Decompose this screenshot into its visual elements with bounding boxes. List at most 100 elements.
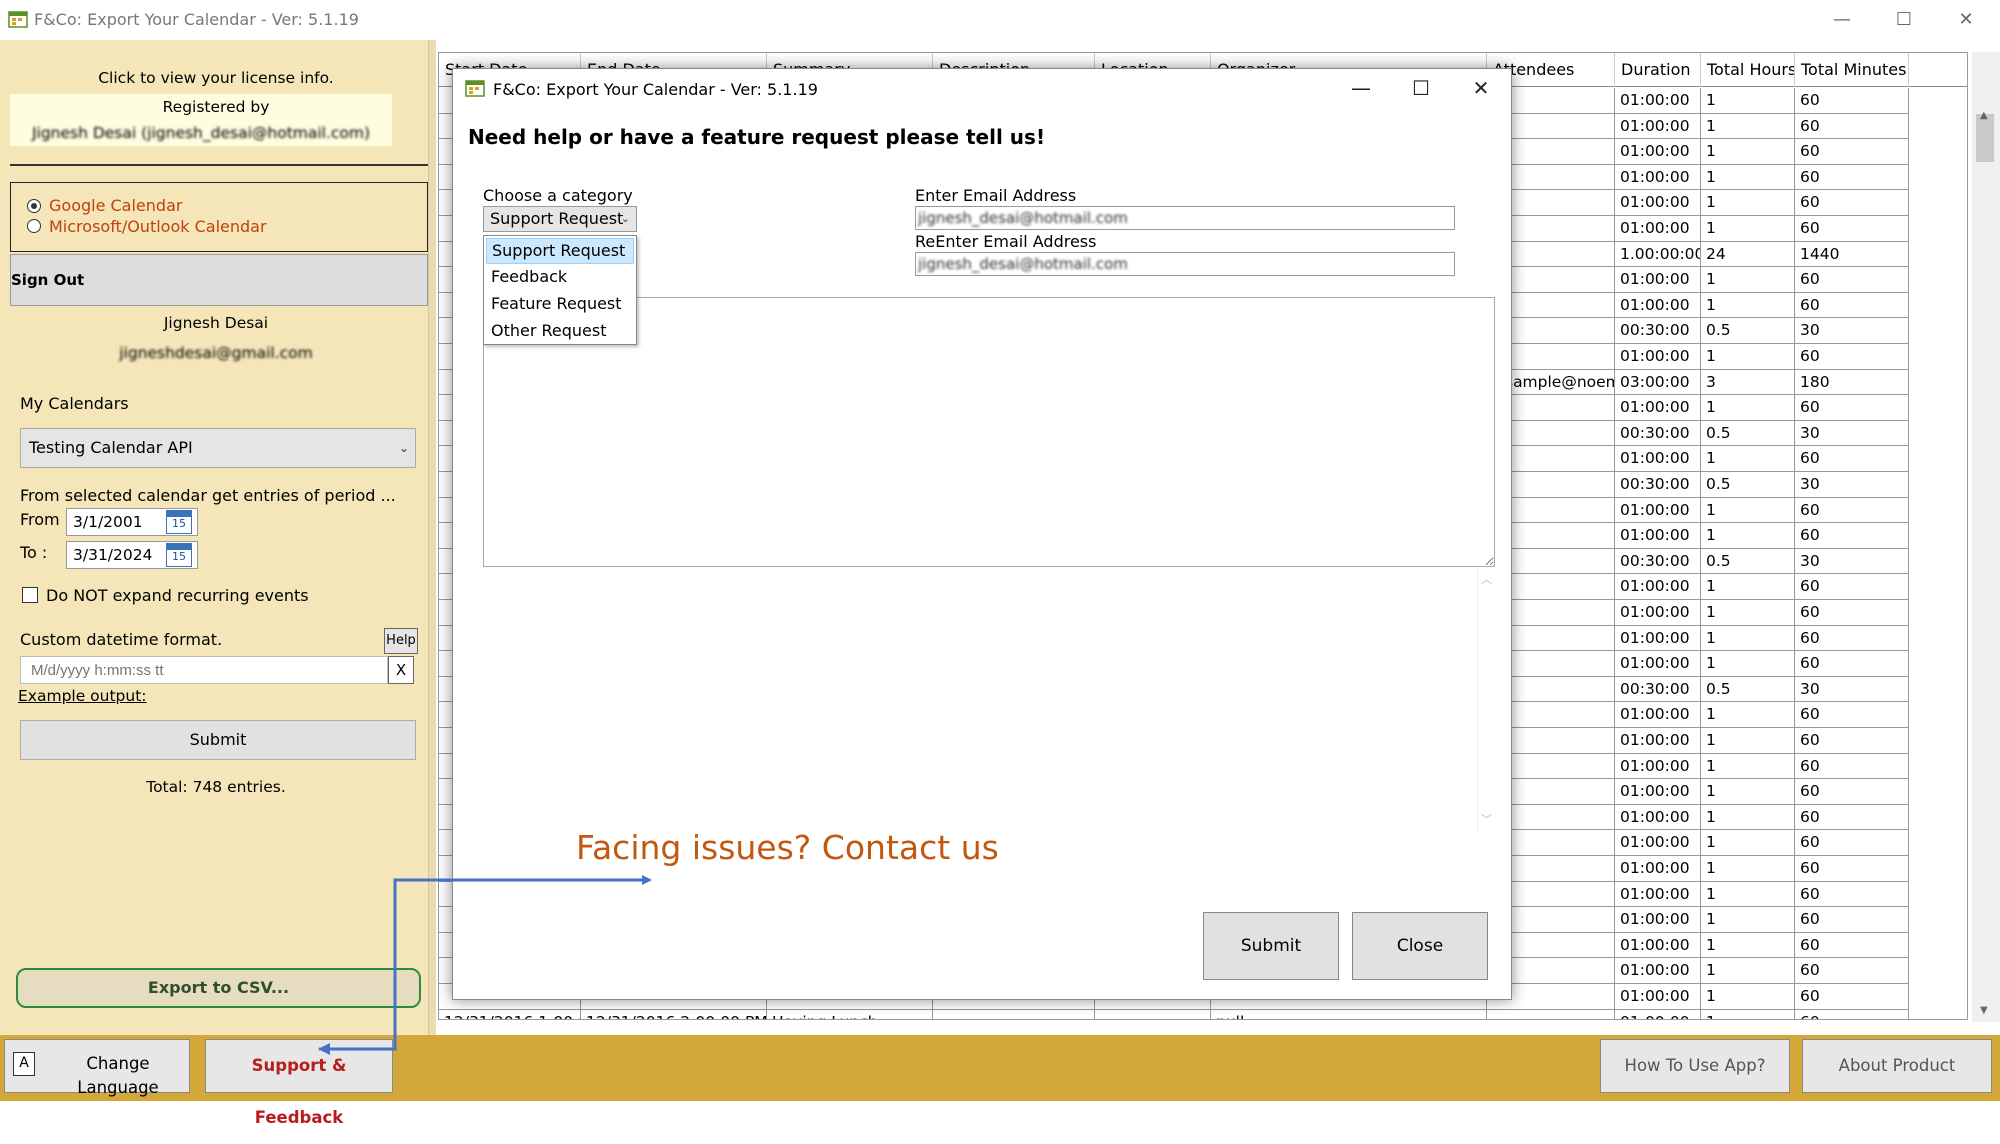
table-cell: 01:00:00 — [1615, 856, 1701, 882]
to-calendar-icon[interactable]: 15 — [166, 543, 192, 567]
table-cell: 00:30:00 — [1615, 420, 1701, 447]
close-window-button[interactable]: ✕ — [1944, 6, 1988, 34]
table-cell: 1 — [1701, 753, 1795, 780]
table-cell: 01:00:00 — [1615, 497, 1701, 524]
table-cell — [1487, 1009, 1615, 1019]
table-cell: 60 — [1795, 984, 1909, 1010]
table-cell: 1 — [1701, 139, 1795, 165]
grid-column-header[interactable]: Duration — [1615, 53, 1701, 87]
calendar-provider-group: Google Calendar Microsoft/Outlook Calend… — [10, 182, 428, 252]
table-cell: 1 — [1701, 651, 1795, 677]
table-cell: 1 — [1701, 267, 1795, 293]
chevron-up-icon[interactable]: ︿ — [1478, 571, 1495, 587]
license-info-link[interactable]: Click to view your license info. — [10, 69, 422, 87]
no-expand-recurring-label[interactable]: Do NOT expand recurring events — [46, 586, 309, 605]
category-option[interactable]: Feature Request — [486, 292, 634, 318]
microsoft-calendar-radio[interactable] — [27, 219, 41, 233]
email-label: Enter Email Address — [915, 186, 1077, 205]
clear-format-button[interactable]: X — [388, 656, 414, 684]
message-scrollbar[interactable]: ︿ ﹀ — [1477, 569, 1495, 831]
reenter-email-input[interactable]: jignesh_desai@hotmail.com — [915, 252, 1455, 276]
table-cell: 60 — [1795, 497, 1909, 524]
chevron-down-icon[interactable]: ﹀ — [1478, 811, 1495, 827]
table-cell: 1 — [1701, 856, 1795, 882]
table-cell: 01:00:00 — [1615, 164, 1701, 191]
chevron-down-icon: ⌄ — [398, 441, 409, 455]
table-cell: 01:00:00 — [1615, 881, 1701, 908]
table-cell: 1 — [1701, 113, 1795, 140]
table-cell: 01:00:00 — [1615, 523, 1701, 549]
table-cell: 1 — [1701, 984, 1795, 1010]
category-option[interactable]: Support Request — [486, 238, 634, 264]
dialog-maximize-button[interactable]: ☐ — [1399, 73, 1443, 103]
scroll-up-icon[interactable]: ▲ — [1980, 110, 1988, 121]
microsoft-calendar-label[interactable]: Microsoft/Outlook Calendar — [49, 217, 267, 236]
grid-vertical-scrollbar[interactable]: ▲ ▼ — [1972, 52, 2000, 1022]
category-menu: Support Request Feedback Feature Request… — [483, 235, 637, 345]
table-cell: 60 — [1795, 830, 1909, 856]
category-dropdown[interactable]: Support Request ⌄ — [483, 206, 637, 232]
user-name: Jignesh Desai — [163, 314, 269, 332]
minimize-button[interactable]: — — [1820, 6, 1864, 34]
table-cell: 30 — [1795, 472, 1909, 498]
custom-format-label: Custom datetime format. — [20, 630, 223, 649]
left-submit-button[interactable]: Submit — [20, 720, 416, 760]
category-option[interactable]: Feedback — [486, 265, 634, 291]
help-button[interactable]: Help — [384, 628, 418, 654]
table-cell: 60 — [1795, 113, 1909, 140]
scrollbar-thumb[interactable] — [1976, 114, 1994, 162]
table-cell: 1 — [1701, 344, 1795, 370]
dialog-minimize-button[interactable]: — — [1339, 73, 1383, 103]
table-cell: 1 — [1701, 779, 1795, 805]
from-calendar-icon[interactable]: 15 — [166, 510, 192, 534]
email-input[interactable]: jignesh_desai@hotmail.com — [915, 206, 1455, 230]
datetime-format-input[interactable] — [20, 656, 388, 684]
panel-splitter[interactable] — [428, 40, 436, 1035]
about-product-button[interactable]: About Product — [1802, 1039, 1992, 1093]
table-cell: 60 — [1795, 600, 1909, 626]
table-cell: 00:30:00 — [1615, 318, 1701, 344]
support-feedback-button[interactable]: Support & Feedback — [205, 1039, 393, 1127]
table-cell: 01:00:00 — [1615, 1009, 1701, 1019]
table-cell: 01:00:00 — [1615, 292, 1701, 319]
table-cell: 01:00:00 — [1615, 958, 1701, 984]
google-calendar-radio[interactable] — [27, 199, 41, 213]
table-cell: 1 — [1701, 190, 1795, 216]
example-output-link[interactable]: Example output: — [18, 687, 147, 705]
table-cell: 01:00:00 — [1615, 907, 1701, 933]
grid-column-header[interactable]: Total Hours — [1701, 53, 1795, 87]
table-cell: 60 — [1795, 292, 1909, 319]
dialog-submit-button[interactable]: Submit — [1203, 912, 1339, 980]
table-cell: 60 — [1795, 779, 1909, 805]
table-cell: Having Lunch — [767, 1009, 933, 1019]
table-cell: 1 — [1701, 523, 1795, 549]
dialog-close-icon[interactable]: ✕ — [1459, 73, 1503, 103]
sign-out-button[interactable]: Sign Out — [10, 254, 428, 306]
dialog-close-button[interactable]: Close — [1352, 912, 1488, 980]
table-cell: 01:00:00 — [1615, 804, 1701, 831]
table-cell: 12/31/2016 2:00:00 PM — [581, 1009, 767, 1019]
no-expand-recurring-checkbox[interactable] — [22, 587, 38, 603]
export-csv-button[interactable]: Export to CSV... — [16, 968, 421, 1008]
table-cell: 00:30:00 — [1615, 548, 1701, 575]
grid-column-header[interactable]: Total Minutes — [1795, 53, 1909, 87]
table-cell: 30 — [1795, 318, 1909, 344]
window-title: F&Co: Export Your Calendar - Ver: 5.1.19 — [34, 10, 359, 29]
table-cell: 03:00:00 — [1615, 369, 1701, 396]
annotation-label: Facing issues? Contact us — [576, 828, 999, 867]
table-cell: 60 — [1795, 728, 1909, 754]
how-to-use-button[interactable]: How To Use App? — [1600, 1039, 1790, 1093]
table-cell: 01:00:00 — [1615, 446, 1701, 472]
table-cell: 60 — [1795, 216, 1909, 242]
maximize-button[interactable]: ☐ — [1882, 6, 1926, 34]
table-cell: 00:30:00 — [1615, 676, 1701, 703]
table-cell: 60 — [1795, 190, 1909, 216]
table-cell: 1 — [1701, 395, 1795, 421]
table-cell: 1 — [1701, 728, 1795, 754]
calendar-dropdown[interactable]: Testing Calendar API ⌄ — [20, 428, 416, 468]
change-language-button[interactable]: A Change Language — [4, 1039, 190, 1097]
scroll-down-icon[interactable]: ▼ — [1980, 1005, 1988, 1016]
category-option[interactable]: Other Request — [486, 319, 634, 345]
table-cell: 01:00:00 — [1615, 395, 1701, 421]
google-calendar-label[interactable]: Google Calendar — [49, 196, 182, 215]
